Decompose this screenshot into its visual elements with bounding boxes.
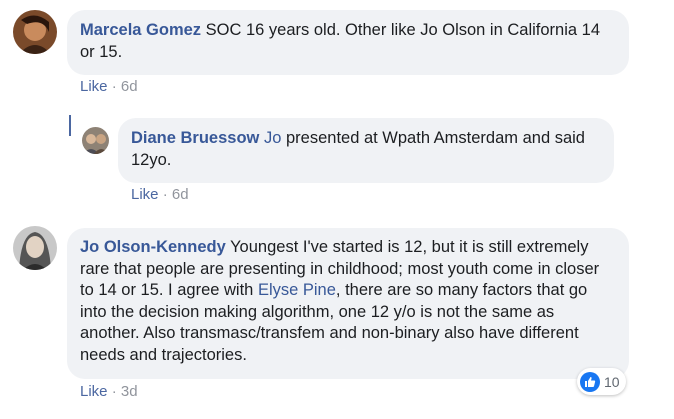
like-link[interactable]: Like <box>80 78 108 95</box>
like-link[interactable]: Like <box>131 186 159 203</box>
comment-actions: Like · 3d <box>80 383 138 400</box>
separator-dot: · <box>162 186 168 203</box>
reply-bubble: Diane Bruessow Jo presented at Wpath Ams… <box>118 118 614 183</box>
separator-dot: · <box>111 383 117 400</box>
comment-author[interactable]: Diane Bruessow <box>131 129 259 147</box>
comment-author[interactable]: Jo Olson-Kennedy <box>80 238 226 256</box>
like-link[interactable]: Like <box>80 383 108 400</box>
comment-timestamp[interactable]: 6d <box>172 186 189 203</box>
separator-dot: · <box>111 78 117 95</box>
avatar-marcela-gomez[interactable] <box>13 10 57 54</box>
comment-bubble: Jo Olson-Kennedy Youngest I've started i… <box>67 228 629 379</box>
mention-link[interactable]: Jo <box>264 129 281 147</box>
comment-actions: Like · 6d <box>131 186 189 203</box>
reaction-summary[interactable]: 10 <box>577 368 626 395</box>
comment-timestamp[interactable]: 3d <box>121 383 138 400</box>
comment-timestamp[interactable]: 6d <box>121 78 138 95</box>
reply-thread-line <box>69 115 71 136</box>
avatar-jo-olson-kennedy[interactable] <box>13 226 57 270</box>
comment-bubble: Marcela Gomez SOC 16 years old. Other li… <box>67 10 629 75</box>
comment-actions: Like · 6d <box>80 78 138 95</box>
comment-author[interactable]: Marcela Gomez <box>80 21 201 39</box>
avatar-diane-bruessow[interactable] <box>82 127 109 154</box>
mention-link[interactable]: Elyse Pine <box>258 281 336 299</box>
reaction-count: 10 <box>604 373 620 390</box>
thumbs-up-icon <box>580 371 600 392</box>
